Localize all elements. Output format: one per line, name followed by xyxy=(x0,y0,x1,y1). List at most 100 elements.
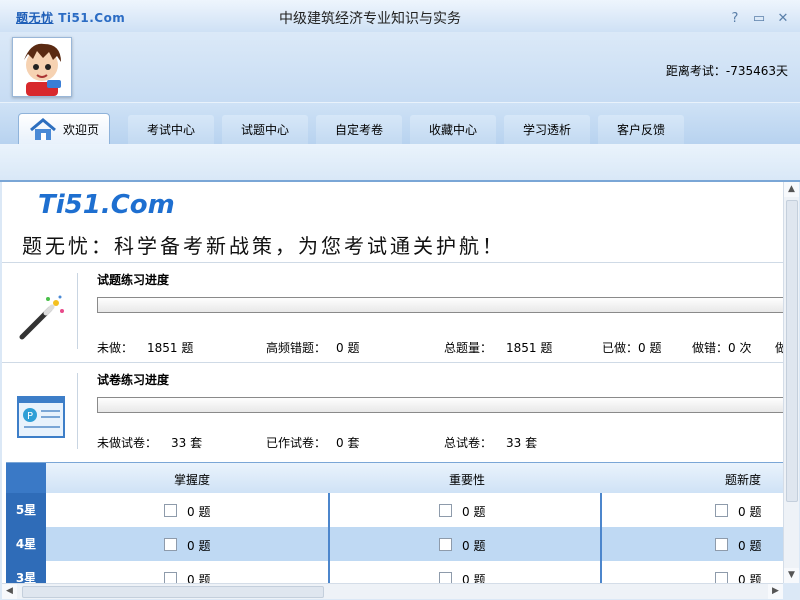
stat-cut: 做 xyxy=(775,341,783,355)
stat-total: 总题量： 1851 题 xyxy=(444,339,552,356)
stat-frequent-wrong-value: 0 题 xyxy=(336,341,360,355)
horizontal-scroll-thumb[interactable] xyxy=(22,586,324,598)
stat-paper-total-value: 33 套 xyxy=(506,436,538,450)
document-icon: P xyxy=(17,396,65,438)
question-progress-section: 试题练习进度 未做： 1851 题 高频错题： 0 题 总题量： 1851 题 已做：… xyxy=(2,262,783,363)
stat-paper-done: 已作试卷： 0 套 xyxy=(266,434,359,451)
vertical-scrollbar[interactable]: ▲ ▼ xyxy=(783,182,799,583)
tab-custom-paper[interactable]: 自定考卷 xyxy=(316,115,402,145)
checkbox[interactable] xyxy=(164,538,177,551)
stat-wrong-label: 做错： xyxy=(692,341,729,355)
tab-favorites[interactable]: 收藏中心 xyxy=(410,115,496,145)
paper-progress-title: 试卷练习进度 xyxy=(97,373,170,387)
cell-value: 0 题 xyxy=(187,505,211,519)
stat-paper-total-label: 总试卷： xyxy=(444,436,493,450)
tab-study-analysis[interactable]: 学习透析 xyxy=(504,115,590,145)
cell-value: 0 题 xyxy=(462,539,486,553)
help-icon[interactable]: ? xyxy=(728,12,742,26)
window-title: 中级建筑经济专业知识与实务 xyxy=(279,11,461,27)
star-rating-table: 掌握度 重要性 题新度 5星 0 题 0 题 0 题 4星 0 题 0 题 0 … xyxy=(6,462,783,583)
cell-mastery[interactable]: 0 题 xyxy=(164,537,210,554)
cell-importance[interactable]: 0 题 xyxy=(439,571,485,583)
stat-paper-total: 总试卷： 33 套 xyxy=(444,434,537,451)
cell-value: 0 题 xyxy=(187,573,211,583)
cell-importance[interactable]: 0 题 xyxy=(439,537,485,554)
paper-progress-bar xyxy=(97,397,783,413)
home-icon xyxy=(30,118,56,140)
slogan: 题无忧：科学备考新战策，为您考试通关护航！ xyxy=(22,234,505,258)
table-row: 3星 0 题 0 题 0 题 xyxy=(6,561,783,583)
tab-question-center[interactable]: 试题中心 xyxy=(222,115,308,145)
stat-done-label: 已做： xyxy=(602,341,639,355)
cell-importance[interactable]: 0 题 xyxy=(439,503,485,520)
app-window: 题无忧 Ti51.Com 中级建筑经济专业知识与实务 ? ▭ ✕ 距离考试：-7… xyxy=(0,0,800,600)
cell-freshness[interactable]: 0 题 xyxy=(715,571,761,583)
tab-exam-center[interactable]: 考试中心 xyxy=(128,115,214,145)
checkbox[interactable] xyxy=(439,504,452,517)
horizontal-scrollbar[interactable]: ◀ ▶ xyxy=(2,583,783,599)
row-header-4-star: 4星 xyxy=(6,527,46,562)
checkbox[interactable] xyxy=(715,538,728,551)
cell-mastery[interactable]: 0 题 xyxy=(164,571,210,583)
table-corner xyxy=(6,463,46,493)
minimize-icon[interactable]: ▭ xyxy=(752,12,766,26)
scroll-down-icon[interactable]: ▼ xyxy=(784,568,799,583)
cell-value: 0 题 xyxy=(738,505,762,519)
stat-paper-done-label: 已作试卷： xyxy=(266,436,327,450)
cell-value: 0 题 xyxy=(738,573,762,583)
tab-feedback[interactable]: 客户反馈 xyxy=(598,115,684,145)
stat-frequent-wrong: 高频错题： 0 题 xyxy=(266,339,359,356)
checkbox[interactable] xyxy=(439,538,452,551)
magic-wand-icon xyxy=(19,295,64,340)
site-logo: Ti51.Com xyxy=(38,190,175,220)
stat-frequent-wrong-label: 高频错题： xyxy=(266,341,327,355)
col-header-importance: 重要性 xyxy=(449,473,486,487)
checkbox[interactable] xyxy=(164,504,177,517)
stat-paper-undone-label: 未做试卷： xyxy=(97,436,158,450)
checkbox[interactable] xyxy=(164,572,177,583)
stat-wrong: 做错：0 次 xyxy=(692,339,751,356)
table-header: 掌握度 重要性 题新度 xyxy=(6,463,783,493)
cell-value: 0 题 xyxy=(738,539,762,553)
stat-paper-done-value: 0 套 xyxy=(336,436,360,450)
question-progress-title: 试题练习进度 xyxy=(97,273,170,287)
cell-value: 0 题 xyxy=(462,573,486,583)
cell-freshness[interactable]: 0 题 xyxy=(715,537,761,554)
scroll-left-icon[interactable]: ◀ xyxy=(2,584,17,599)
title-bar: 题无忧 Ti51.Com 中级建筑经济专业知识与实务 ? ▭ ✕ xyxy=(0,0,800,32)
table-row: 4星 0 题 0 题 0 题 xyxy=(6,527,783,562)
stat-wrong-value: 0 次 xyxy=(728,341,752,355)
vertical-scroll-thumb[interactable] xyxy=(786,200,798,502)
close-icon[interactable]: ✕ xyxy=(776,12,790,26)
scroll-right-icon[interactable]: ▶ xyxy=(768,584,783,599)
table-row: 5星 0 题 0 题 0 题 xyxy=(6,493,783,528)
checkbox[interactable] xyxy=(715,504,728,517)
scroll-up-icon[interactable]: ▲ xyxy=(784,182,799,197)
stat-paper-undone: 未做试卷： 33 套 xyxy=(97,434,202,451)
stat-undone-label: 未做： xyxy=(97,341,134,355)
tab-welcome[interactable]: 欢迎页 xyxy=(18,113,110,146)
checkbox[interactable] xyxy=(715,572,728,583)
stat-total-value: 1851 题 xyxy=(506,341,553,355)
cell-value: 0 题 xyxy=(462,505,486,519)
header: 距离考试：-735463天 xyxy=(0,32,800,102)
cell-freshness[interactable]: 0 题 xyxy=(715,503,761,520)
stat-done: 已做：0 题 xyxy=(602,339,661,356)
stat-done-value: 0 题 xyxy=(638,341,662,355)
avatar xyxy=(12,37,72,97)
column-divider xyxy=(328,493,330,583)
stat-undone: 未做： 1851 题 xyxy=(97,339,193,356)
welcome-page: Ti51.Com 题无忧：科学备考新战策，为您考试通关护航！ 试题练习进度 未做… xyxy=(2,182,783,583)
sub-toolbar xyxy=(0,144,800,182)
question-progress-bar xyxy=(97,297,783,313)
stat-undone-value: 1851 题 xyxy=(147,341,194,355)
main-nav: 欢迎页 考试中心 试题中心 自定考卷 收藏中心 学习透析 客户反馈 xyxy=(0,102,800,146)
exam-countdown: 距离考试：-735463天 xyxy=(665,64,788,78)
checkbox[interactable] xyxy=(439,572,452,583)
row-header-5-star: 5星 xyxy=(6,493,46,528)
section-divider xyxy=(77,373,78,449)
cell-mastery[interactable]: 0 题 xyxy=(164,503,210,520)
cell-value: 0 题 xyxy=(187,539,211,553)
stat-paper-undone-value: 33 套 xyxy=(171,436,203,450)
section-divider xyxy=(77,273,78,349)
